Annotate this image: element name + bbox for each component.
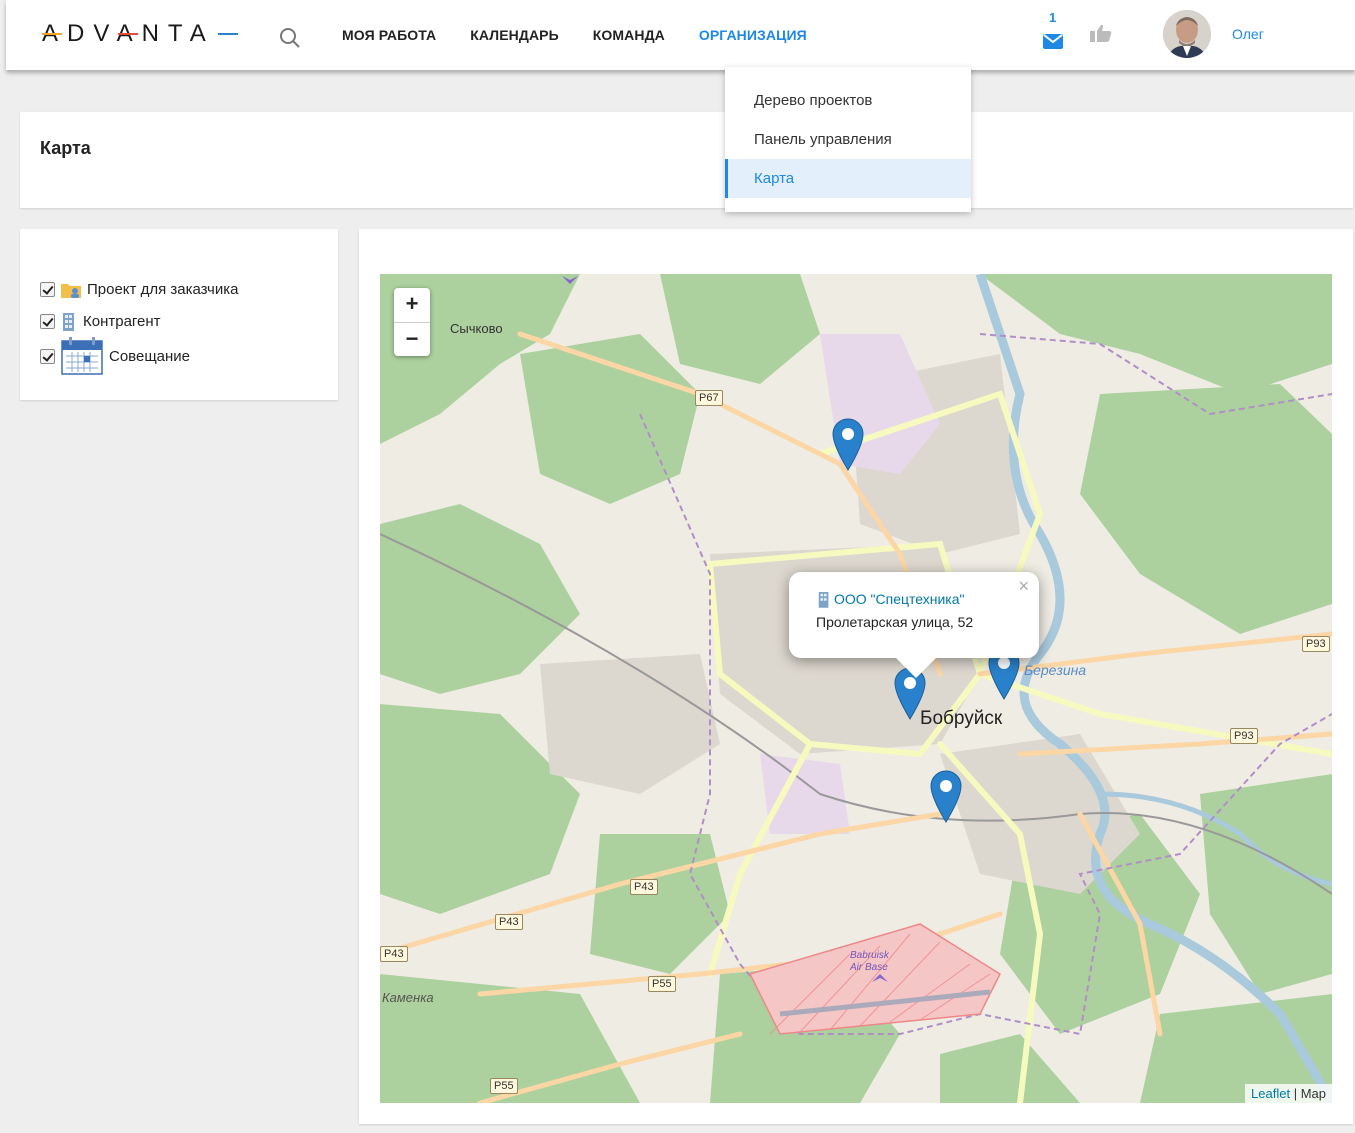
organization-dropdown: Дерево проектов Панель управления Карта <box>725 67 971 212</box>
label-kamenka: Каменка <box>382 990 434 1005</box>
top-header: ADVANTA МОЯ РАБОТА КАЛЕНДАРЬ КОМАНДА ОРГ… <box>6 0 1355 70</box>
filter-meeting: Совещание <box>40 337 190 375</box>
map-marker-icon[interactable] <box>831 417 865 471</box>
road-shield-p67: P67 <box>695 390 723 406</box>
filter-label: Контрагент <box>83 312 161 330</box>
checkbox-meeting[interactable] <box>40 348 55 364</box>
folder-user-icon <box>61 283 81 298</box>
map-filter-panel: Проект для заказчика Контрагент Совещани… <box>20 229 338 400</box>
road-shield-p43: P43 <box>495 914 523 930</box>
notification-count: 1 <box>1049 10 1057 25</box>
page-title: Карта <box>40 138 91 158</box>
notifications-button[interactable]: 1 <box>1042 10 1064 58</box>
menu-item-project-tree[interactable]: Дерево проектов <box>725 81 971 120</box>
label-berezina: Березина <box>1024 662 1087 678</box>
title-card: Карта <box>20 112 1353 208</box>
attribution-separator: | <box>1290 1086 1301 1101</box>
user-avatar[interactable] <box>1163 10 1211 58</box>
thumbs-up-icon[interactable] <box>1090 24 1112 42</box>
popup-title-link[interactable]: ООО "Спецтехника" <box>834 591 965 607</box>
filter-counterparty: Контрагент <box>40 311 161 331</box>
attribution-map: Map <box>1300 1086 1326 1101</box>
zoom-control: + − <box>394 288 430 356</box>
filter-customer-project: Проект для заказчика <box>40 281 238 298</box>
mail-icon <box>1043 34 1063 49</box>
menu-item-dashboard[interactable]: Панель управления <box>725 120 971 159</box>
road-shield-p93: P93 <box>1302 636 1330 652</box>
calendar-icon <box>61 337 103 375</box>
popup-address: Пролетарская улица, 52 <box>816 614 974 630</box>
map-view[interactable]: Сычково Бобруйск Березина Каменка Babrui… <box>380 274 1332 1103</box>
building-icon <box>818 592 829 608</box>
map-marker-icon[interactable] <box>929 769 963 823</box>
filter-label: Совещание <box>109 347 191 365</box>
road-shield-p55: P55 <box>490 1078 518 1094</box>
road-shield-p43: P43 <box>380 946 408 962</box>
road-shield-p43: P43 <box>630 879 658 895</box>
road-shield-p93: P93 <box>1230 728 1258 744</box>
marker-popup: × ООО "Спецтехника" Пролетарская улица, … <box>789 572 1039 678</box>
zoom-out-button[interactable]: − <box>394 322 430 356</box>
nav-calendar[interactable]: КАЛЕНДАРЬ <box>470 27 558 43</box>
logo-accent-red <box>118 33 138 35</box>
map-tiles <box>380 274 1332 1103</box>
user-name[interactable]: Олег <box>1232 26 1264 42</box>
nav-my-work[interactable]: МОЯ РАБОТА <box>342 27 436 43</box>
menu-item-map[interactable]: Карта <box>725 159 971 198</box>
checkbox-customer-project[interactable] <box>40 282 55 297</box>
zoom-in-button[interactable]: + <box>394 288 430 322</box>
label-bobruisk: Бобруйск <box>920 708 1003 729</box>
building-icon <box>63 313 74 331</box>
checkbox-counterparty[interactable] <box>40 313 55 329</box>
popup-close-button[interactable]: × <box>1018 576 1029 597</box>
logo-accent-blue <box>218 33 238 35</box>
label-airbase-2: Air Base <box>850 962 888 973</box>
search-icon[interactable] <box>278 26 302 50</box>
map-attribution: Leaflet | Map <box>1245 1084 1332 1103</box>
road-shield-p55: P55 <box>648 976 676 992</box>
nav-team[interactable]: КОМАНДА <box>593 27 665 43</box>
leaflet-link[interactable]: Leaflet <box>1251 1086 1290 1101</box>
logo-accent-orange <box>42 33 62 35</box>
main-nav: МОЯ РАБОТА КАЛЕНДАРЬ КОМАНДА ОРГАНИЗАЦИЯ <box>342 27 807 43</box>
label-airbase-1: Babruisk <box>850 950 889 961</box>
nav-organization[interactable]: ОРГАНИЗАЦИЯ <box>699 27 807 43</box>
label-sychkovo: Сычково <box>450 321 503 336</box>
filter-label: Проект для заказчика <box>87 281 239 298</box>
